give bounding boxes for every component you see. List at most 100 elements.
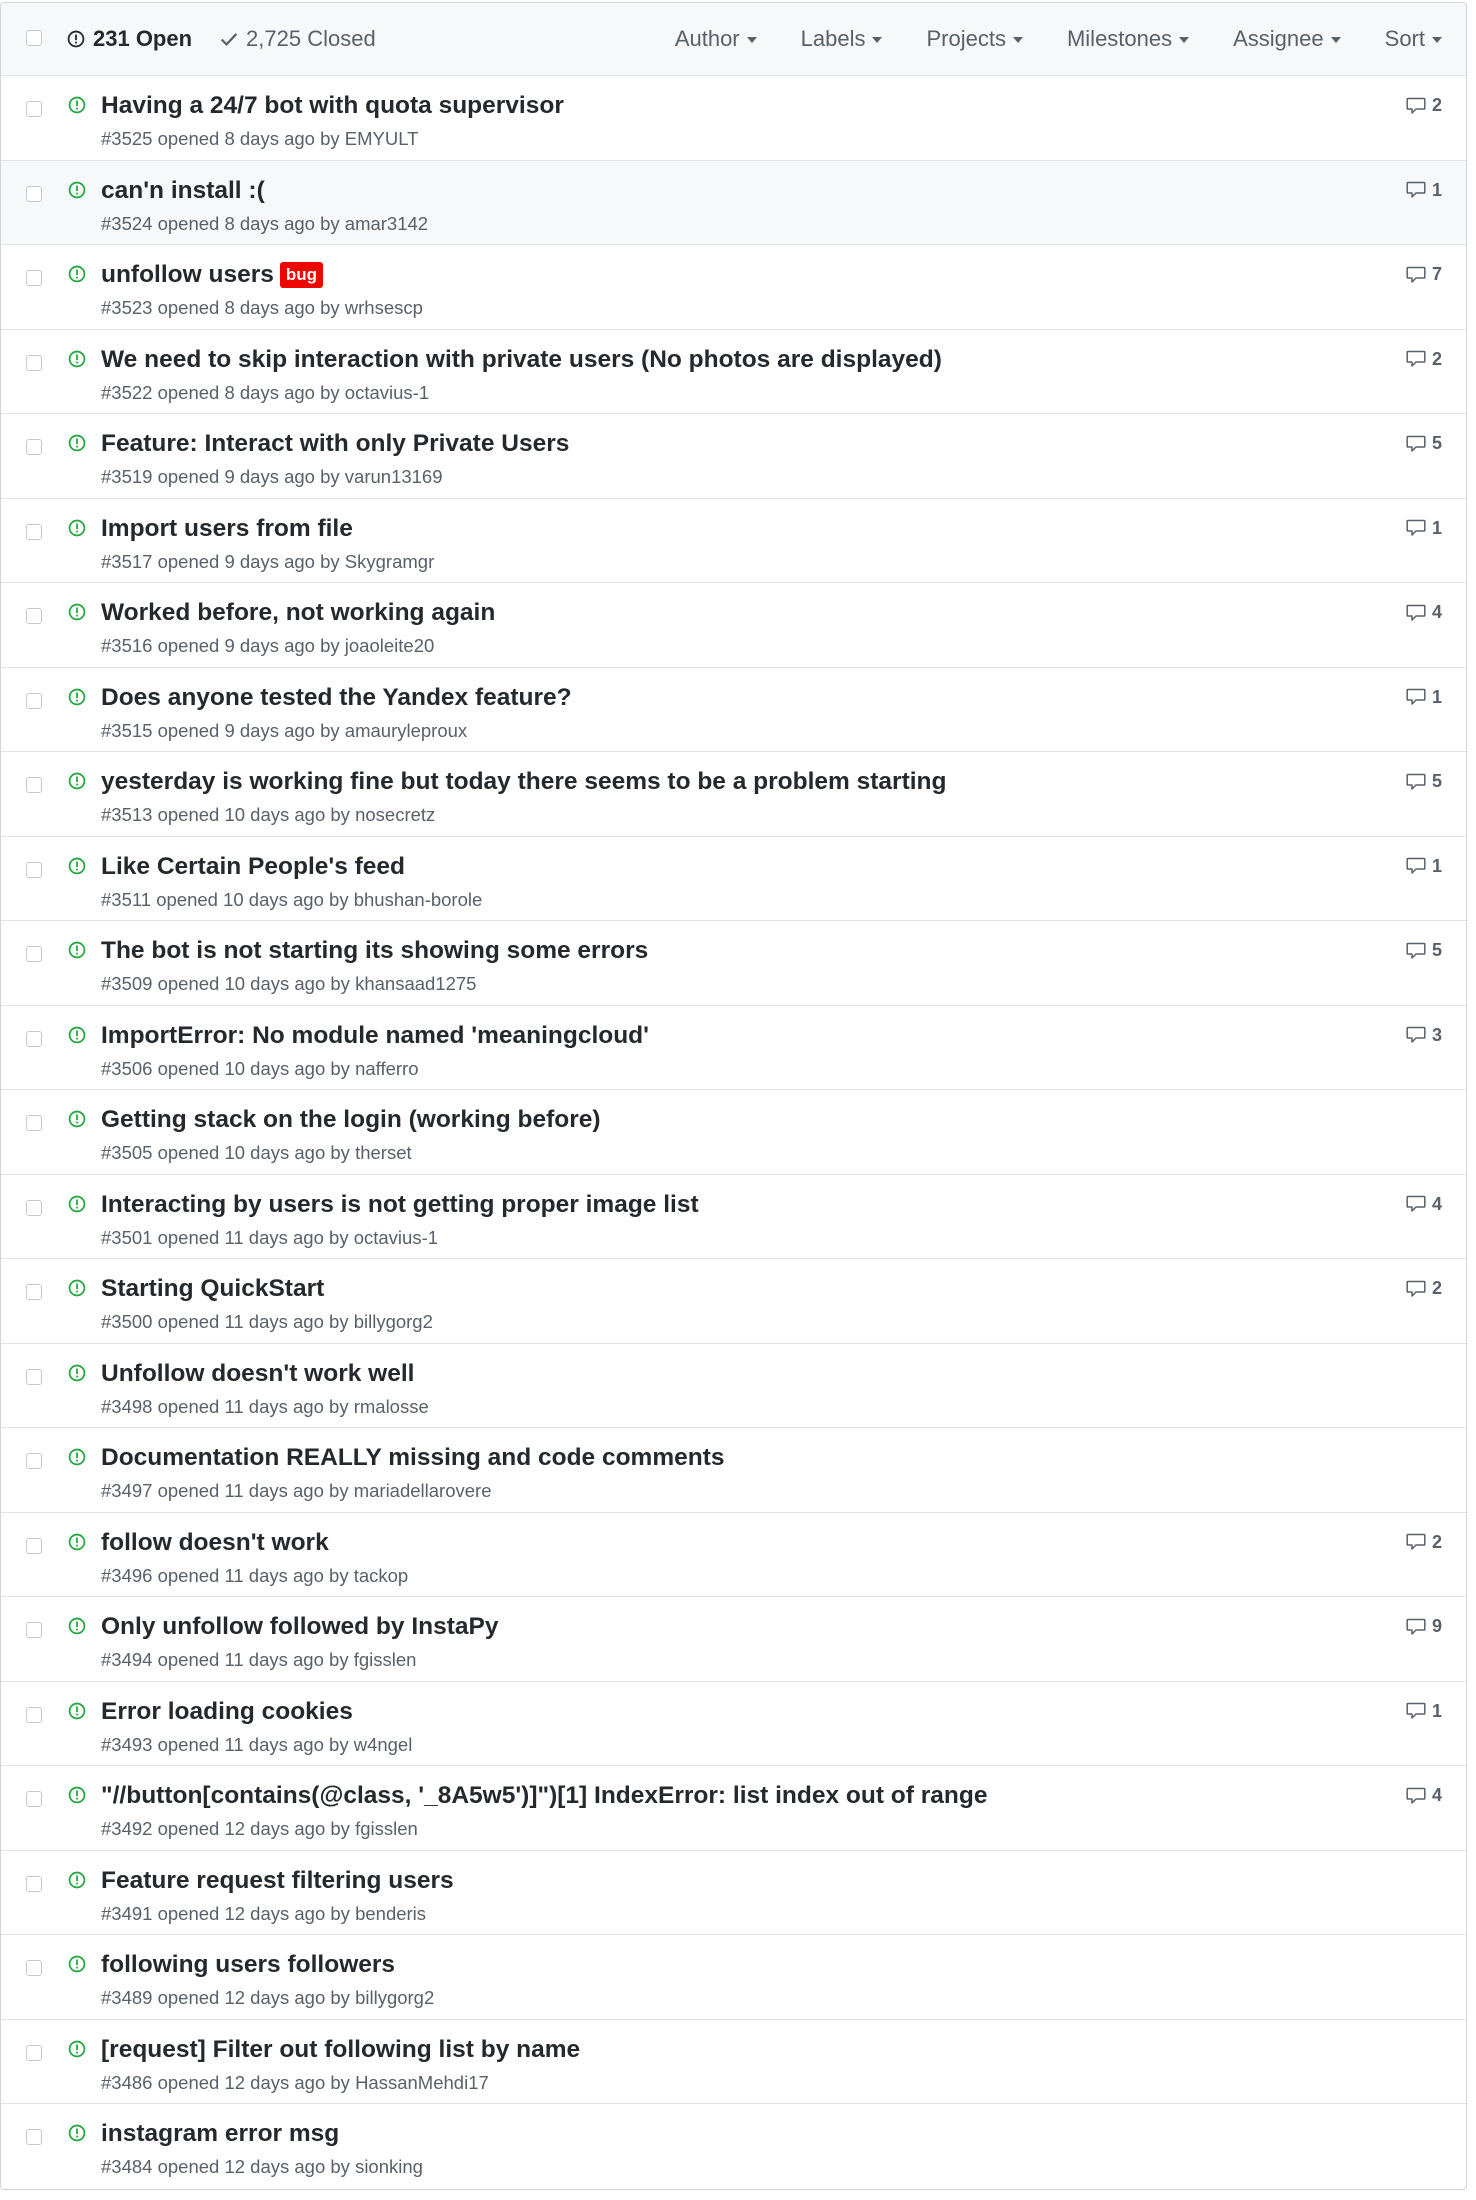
issue-title-link[interactable]: Interacting by users is not getting prop… bbox=[101, 1191, 699, 1219]
issue-title-link[interactable]: Does anyone tested the Yandex feature? bbox=[101, 684, 572, 712]
issue-row[interactable]: can'n install :(#3524 opened 8 days ago … bbox=[1, 160, 1466, 245]
issue-title-link[interactable]: The bot is not starting its showing some… bbox=[101, 937, 648, 965]
comments-link[interactable]: 4 bbox=[1406, 1194, 1442, 1215]
issue-row[interactable]: Like Certain People's feed #3511 opened 1… bbox=[1, 837, 1466, 921]
issue-row[interactable]: instagram error msg #3484 opened 12 days … bbox=[1, 2104, 1466, 2189]
issue-checkbox[interactable] bbox=[26, 861, 42, 878]
comments-link[interactable]: 9 bbox=[1406, 1616, 1442, 1637]
issue-checkbox[interactable] bbox=[26, 523, 42, 540]
comments-link[interactable]: 1 bbox=[1406, 518, 1442, 539]
issue-row[interactable]: following users followers #3489 opened 12… bbox=[1, 1935, 1466, 2020]
issue-checkbox[interactable] bbox=[26, 185, 42, 202]
issue-row[interactable]: Does anyone tested the Yandex feature? #3… bbox=[1, 668, 1466, 752]
issue-title-link[interactable]: Having a 24/7 bot with quota supervisor bbox=[101, 92, 564, 120]
issue-row[interactable]: "//button[contains(@class, '_8A5w5')]")[… bbox=[1, 1766, 1466, 1851]
comments-link[interactable]: 2 bbox=[1406, 349, 1442, 370]
issue-title-link[interactable]: Documentation REALLY missing and code co… bbox=[101, 1444, 725, 1472]
comments-link[interactable]: 4 bbox=[1406, 602, 1442, 623]
issue-row[interactable]: Starting QuickStart #3500 opened 11 days … bbox=[1, 1259, 1466, 1344]
issue-title-link[interactable]: Worked before, not working again bbox=[101, 599, 495, 627]
issue-checkbox[interactable] bbox=[26, 1115, 42, 1131]
issue-row[interactable]: Import users from file #3517 opened 9 day… bbox=[1, 499, 1466, 583]
issue-checkbox[interactable] bbox=[26, 101, 42, 117]
issue-checkbox[interactable] bbox=[26, 1706, 42, 1723]
issue-title-link[interactable]: yesterday is working fine but today ther… bbox=[101, 768, 946, 796]
issue-row[interactable]: Having a 24/7 bot with quota supervisor #… bbox=[1, 76, 1466, 161]
issue-title-link[interactable]: Error loading cookies bbox=[101, 1698, 353, 1726]
projects-filter[interactable]: Projects bbox=[926, 26, 1023, 52]
issue-checkbox[interactable] bbox=[26, 1622, 42, 1638]
comments-link[interactable]: 1 bbox=[1406, 180, 1442, 201]
issue-row[interactable]: [request] Filter out following list by n… bbox=[1, 2020, 1466, 2104]
issue-checkbox[interactable] bbox=[26, 439, 42, 455]
bug-label[interactable]: bug bbox=[279, 262, 324, 288]
issue-title-link[interactable]: Unfollow doesn't work well bbox=[101, 1360, 414, 1388]
issue-title-link[interactable]: unfollow users bbox=[101, 261, 274, 289]
issue-title-link[interactable]: Getting stack on the login (working befo… bbox=[101, 1106, 601, 1134]
issue-title-link[interactable]: Feature: Interact with only Private User… bbox=[101, 430, 569, 458]
issue-checkbox[interactable] bbox=[26, 777, 42, 793]
issue-row[interactable]: unfollow users bug #3523 opened 8 days ago… bbox=[1, 245, 1466, 330]
comments-link[interactable]: 5 bbox=[1406, 771, 1442, 792]
issue-checkbox[interactable] bbox=[26, 692, 42, 709]
issue-checkbox[interactable] bbox=[26, 1875, 42, 1892]
comments-link[interactable]: 4 bbox=[1406, 1785, 1442, 1806]
issue-title-link[interactable]: Only unfollow followed by InstaPy bbox=[101, 1613, 498, 1641]
comments-link[interactable]: 2 bbox=[1406, 95, 1442, 116]
issue-row[interactable]: Getting stack on the login (working befo… bbox=[1, 1090, 1466, 1175]
issue-checkbox[interactable] bbox=[26, 1791, 42, 1807]
comments-link[interactable]: 1 bbox=[1406, 1701, 1442, 1722]
issue-checkbox[interactable] bbox=[26, 1960, 42, 1976]
issue-checkbox[interactable] bbox=[26, 946, 42, 962]
issue-title-link[interactable]: Import users from file bbox=[101, 515, 353, 543]
issue-checkbox[interactable] bbox=[26, 354, 42, 371]
issue-title-link[interactable]: Feature request filtering users bbox=[101, 1867, 454, 1895]
issue-row[interactable]: ImportError: No module named 'meaningclo… bbox=[1, 1006, 1466, 1090]
issue-checkbox[interactable] bbox=[26, 608, 42, 624]
issue-row[interactable]: Documentation REALLY missing and code co… bbox=[1, 1428, 1466, 1513]
issue-row[interactable]: Worked before, not working again #3516 op… bbox=[1, 583, 1466, 668]
issue-checkbox[interactable] bbox=[26, 1453, 42, 1469]
comments-link[interactable]: 2 bbox=[1406, 1532, 1442, 1553]
issue-checkbox[interactable] bbox=[26, 2129, 42, 2145]
comments-link[interactable]: 1 bbox=[1406, 856, 1442, 877]
issue-checkbox[interactable] bbox=[26, 270, 42, 286]
labels-filter[interactable]: Labels bbox=[801, 26, 883, 52]
issue-row[interactable]: Interacting by users is not getting prop… bbox=[1, 1175, 1466, 1259]
issue-row[interactable]: The bot is not starting its showing some… bbox=[1, 921, 1466, 1006]
issue-row[interactable]: Error loading cookies #3493 opened 11 day… bbox=[1, 1682, 1466, 1766]
issue-title-link[interactable]: Starting QuickStart bbox=[101, 1275, 324, 1303]
author-filter[interactable]: Author bbox=[675, 26, 757, 52]
issue-row[interactable]: Feature request filtering users #3491 ope… bbox=[1, 1851, 1466, 1935]
comments-link[interactable]: 2 bbox=[1406, 1278, 1442, 1299]
issue-row[interactable]: Only unfollow followed by InstaPy #3494 o… bbox=[1, 1597, 1466, 1682]
issue-title-link[interactable]: follow doesn't work bbox=[101, 1529, 329, 1557]
issue-row[interactable]: Feature: Interact with only Private User… bbox=[1, 414, 1466, 499]
issue-title-link[interactable]: instagram error msg bbox=[101, 2120, 339, 2148]
issue-title-link[interactable]: ImportError: No module named 'meaningclo… bbox=[101, 1022, 649, 1050]
issue-checkbox[interactable] bbox=[26, 1284, 42, 1300]
sort-filter[interactable]: Sort bbox=[1385, 26, 1442, 52]
issue-row[interactable]: We need to skip interaction with private… bbox=[1, 330, 1466, 414]
comments-link[interactable]: 5 bbox=[1406, 433, 1442, 454]
issue-row[interactable]: follow doesn't work #3496 opened 11 days … bbox=[1, 1513, 1466, 1597]
issue-title-link[interactable]: Like Certain People's feed bbox=[101, 853, 405, 881]
issue-title-link[interactable]: [request] Filter out following list by n… bbox=[101, 2036, 580, 2064]
assignee-filter[interactable]: Assignee bbox=[1233, 26, 1341, 52]
issue-checkbox[interactable] bbox=[26, 1368, 42, 1385]
issue-title-link[interactable]: We need to skip interaction with private… bbox=[101, 346, 942, 374]
issue-checkbox[interactable] bbox=[26, 1199, 42, 1216]
issue-row[interactable]: Unfollow doesn't work well #3498 opened 1… bbox=[1, 1344, 1466, 1428]
issue-title-link[interactable]: following users followers bbox=[101, 1951, 395, 1979]
issue-checkbox[interactable] bbox=[26, 2044, 42, 2061]
comments-link[interactable]: 1 bbox=[1406, 687, 1442, 708]
comments-link[interactable]: 5 bbox=[1406, 940, 1442, 961]
comments-link[interactable]: 3 bbox=[1406, 1025, 1442, 1046]
comments-link[interactable]: 7 bbox=[1406, 264, 1442, 285]
issue-row[interactable]: yesterday is working fine but today ther… bbox=[1, 752, 1466, 837]
issue-checkbox[interactable] bbox=[26, 1537, 42, 1554]
open-issues-tab[interactable]: 231 Open bbox=[67, 26, 192, 52]
select-all-checkbox[interactable] bbox=[26, 30, 42, 46]
issue-title-link[interactable]: "//button[contains(@class, '_8A5w5')]")[… bbox=[101, 1782, 987, 1810]
milestones-filter[interactable]: Milestones bbox=[1067, 26, 1190, 52]
